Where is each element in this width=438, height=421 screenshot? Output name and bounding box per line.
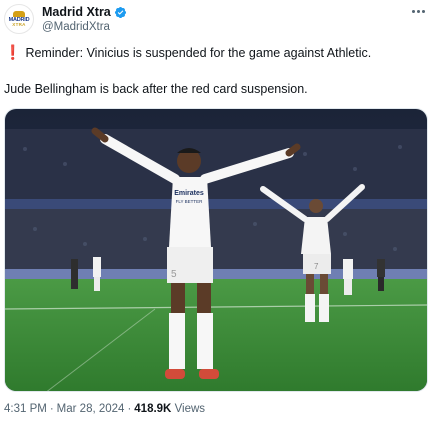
shirt-sponsor-sub: FLY BETTER [176, 199, 204, 204]
display-name[interactable]: Madrid Xtra [42, 5, 111, 20]
tweet-text-reminder: Reminder: Vinicius is suspended for the … [25, 46, 372, 60]
tweet-date[interactable]: Mar 28, 2024 [57, 403, 125, 415]
author-info: Madrid Xtra @MadridXtra [42, 5, 127, 34]
stand-ad-board-upper [5, 199, 427, 209]
lower-stand [5, 209, 427, 269]
more-options-icon[interactable] [412, 7, 428, 15]
avatar[interactable]: MADRID XTRA [4, 4, 34, 34]
avatar-text-xtra: XTRA [12, 22, 26, 27]
exclamation-icon: ❗ [4, 44, 22, 60]
shirt-sponsor: Emirates [174, 190, 204, 197]
shorts-number: 5 [171, 269, 177, 280]
views-count: 418.9K [134, 403, 172, 415]
player-seven-number: 7 [314, 262, 319, 271]
meta-separator-2: · [127, 403, 132, 415]
stadium-celebration-photo: 7 Emirates FLY BETTER 5 [5, 109, 427, 391]
tweet-text-line2: Jude Bellingham is back after the red ca… [4, 82, 308, 96]
verified-badge-icon [114, 6, 126, 19]
tweet-photo[interactable]: 7 Emirates FLY BETTER 5 [4, 108, 428, 392]
crown-icon [13, 10, 25, 17]
tweet-meta: 4:31 PM · Mar 28, 2024 · 418.9K Views [4, 402, 205, 416]
tweet-text-line1: ❗ Reminder: Vinicius is suspended for the… [4, 44, 371, 61]
meta-separator: · [49, 403, 54, 415]
views-label: Views [174, 403, 206, 415]
handle[interactable]: @MadridXtra [42, 20, 127, 34]
tweet-time[interactable]: 4:31 PM [4, 403, 47, 415]
ad-board [5, 269, 427, 279]
